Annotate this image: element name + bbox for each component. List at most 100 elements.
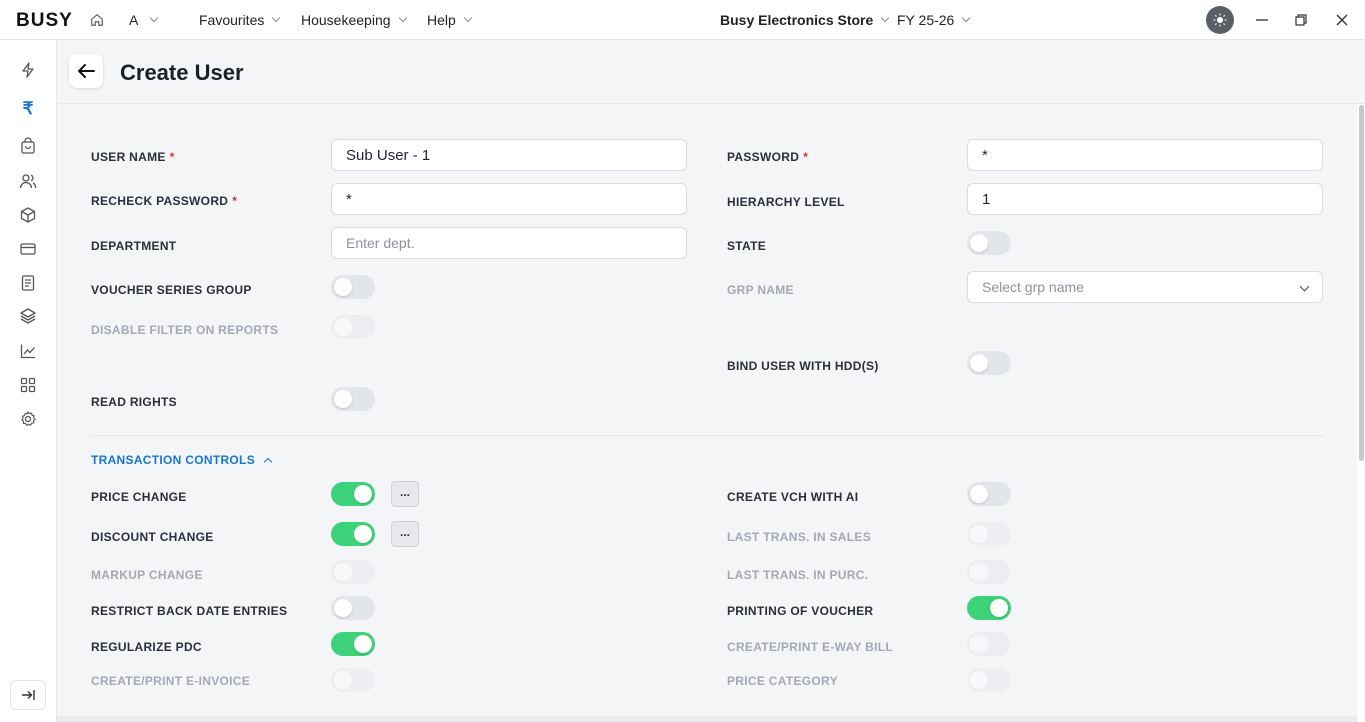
state-toggle[interactable] bbox=[967, 231, 1011, 255]
price-change-toggle[interactable] bbox=[331, 482, 375, 506]
create-user-form: USER NAME * Sub User - 1 PASSWORD * * RECH… bbox=[57, 105, 1357, 722]
menu-help[interactable]: Help bbox=[427, 12, 473, 28]
grid-icon[interactable] bbox=[19, 376, 37, 394]
user-name-label: USER NAME * bbox=[91, 150, 175, 164]
card-icon[interactable] bbox=[19, 240, 37, 258]
last-trans-sales-toggle[interactable] bbox=[967, 522, 1011, 546]
expand-sidebar-icon bbox=[22, 690, 35, 700]
create-vch-ai-label: CREATE VCH WITH AI bbox=[727, 490, 859, 504]
user-name-input[interactable]: Sub User - 1 bbox=[331, 139, 687, 171]
restrict-back-date-toggle[interactable] bbox=[331, 596, 375, 620]
layers-icon[interactable] bbox=[19, 307, 37, 325]
bolt-icon[interactable] bbox=[19, 61, 37, 79]
theme-toggle-button[interactable] bbox=[1206, 6, 1234, 34]
regularize-pdc-toggle[interactable] bbox=[331, 632, 375, 656]
state-label: STATE bbox=[727, 239, 767, 253]
bind-user-hdd-label: BIND USER WITH HDD(S) bbox=[727, 359, 879, 373]
last-trans-sales-label: LAST TRANS. IN SALES bbox=[727, 530, 872, 544]
box-icon[interactable] bbox=[19, 206, 37, 224]
chevron-down-icon bbox=[1299, 281, 1310, 292]
e-way-bill-toggle[interactable] bbox=[967, 632, 1011, 656]
back-button[interactable] bbox=[69, 54, 103, 88]
password-input[interactable]: * bbox=[967, 139, 1323, 171]
company-name: Busy Electronics Store bbox=[720, 12, 874, 28]
section-divider bbox=[91, 435, 1324, 436]
price-category-label: PRICE CATEGORY bbox=[727, 674, 838, 688]
recheck-password-label: RECHECK PASSWORD * bbox=[91, 194, 238, 208]
left-sidebar: ₹ bbox=[0, 40, 57, 722]
grp-name-placeholder: Select grp name bbox=[982, 279, 1084, 295]
menu-housekeeping-label: Housekeeping bbox=[301, 12, 391, 28]
document-icon[interactable] bbox=[19, 274, 37, 292]
last-trans-purc-toggle[interactable] bbox=[967, 560, 1011, 584]
recheck-password-input[interactable]: * bbox=[331, 183, 687, 215]
regularize-pdc-label: REGULARIZE PDC bbox=[91, 640, 202, 654]
rupee-icon[interactable]: ₹ bbox=[19, 99, 37, 118]
chevron-down-icon bbox=[150, 13, 159, 23]
menu-favourites[interactable]: Favourites bbox=[199, 12, 281, 28]
read-rights-toggle[interactable] bbox=[331, 387, 375, 411]
user-initial: A bbox=[129, 12, 139, 28]
bind-user-hdd-toggle[interactable] bbox=[967, 351, 1011, 375]
settings-icon[interactable] bbox=[19, 410, 37, 428]
department-label: DEPARTMENT bbox=[91, 239, 177, 253]
chevron-down-icon bbox=[398, 13, 407, 23]
close-icon[interactable] bbox=[1334, 12, 1350, 28]
e-invoice-toggle[interactable] bbox=[331, 668, 375, 692]
users-icon[interactable] bbox=[19, 172, 37, 190]
chevron-down-icon bbox=[272, 13, 281, 23]
page-header: Create User bbox=[57, 40, 1365, 104]
voucher-series-group-label: VOUCHER SERIES GROUP bbox=[91, 283, 252, 297]
bag-icon[interactable] bbox=[19, 137, 37, 155]
theme-icon bbox=[1213, 13, 1227, 27]
home-icon[interactable] bbox=[90, 12, 104, 28]
bottom-strip bbox=[57, 716, 1357, 722]
expand-sidebar-button[interactable] bbox=[10, 680, 46, 710]
menu-favourites-label: Favourites bbox=[199, 12, 265, 28]
page-title: Create User bbox=[120, 60, 244, 85]
voucher-series-group-toggle[interactable] bbox=[331, 275, 375, 299]
markup-change-label: MARKUP CHANGE bbox=[91, 568, 203, 582]
password-label: PASSWORD * bbox=[727, 150, 809, 164]
back-arrow-icon bbox=[78, 64, 95, 78]
scrollbar-thumb[interactable] bbox=[1359, 105, 1364, 461]
top-bar: BUSY A Favourites Housekeeping Help Busy… bbox=[0, 0, 1365, 40]
grp-name-label: GRP NAME bbox=[727, 283, 794, 297]
chart-icon[interactable] bbox=[19, 342, 37, 360]
hierarchy-level-label: HIERARCHY LEVEL bbox=[727, 195, 845, 209]
discount-change-more-button[interactable]: ... bbox=[391, 521, 419, 547]
transaction-controls-toggle[interactable]: TRANSACTION CONTROLS bbox=[91, 453, 273, 467]
discount-change-toggle[interactable] bbox=[331, 522, 375, 546]
e-way-bill-label: CREATE/PRINT E-WAY BILL bbox=[727, 640, 894, 654]
disable-filter-toggle[interactable] bbox=[331, 315, 375, 339]
grp-name-select[interactable]: Select grp name bbox=[967, 271, 1323, 303]
restore-icon[interactable] bbox=[1293, 12, 1309, 28]
printing-voucher-toggle[interactable] bbox=[967, 596, 1011, 620]
disable-filter-label: DISABLE FILTER ON REPORTS bbox=[91, 323, 279, 337]
price-change-label: PRICE CHANGE bbox=[91, 490, 187, 504]
chevron-down-icon bbox=[881, 13, 890, 23]
price-change-more-button[interactable]: ... bbox=[391, 481, 419, 507]
menu-help-label: Help bbox=[427, 12, 456, 28]
chevron-up-icon bbox=[263, 457, 273, 466]
discount-change-label: DISCOUNT CHANGE bbox=[91, 530, 214, 544]
company-selector[interactable]: Busy Electronics Store bbox=[720, 12, 890, 28]
user-menu[interactable]: A bbox=[129, 12, 159, 28]
busy-logo: BUSY bbox=[16, 10, 73, 31]
fiscal-year-selector[interactable]: FY 25-26 bbox=[897, 12, 971, 28]
printing-voucher-label: PRINTING OF VOUCHER bbox=[727, 604, 874, 618]
e-invoice-label: CREATE/PRINT E-INVOICE bbox=[91, 674, 251, 688]
restrict-back-date-label: RESTRICT BACK DATE ENTRIES bbox=[91, 604, 288, 618]
create-vch-ai-toggle[interactable] bbox=[967, 482, 1011, 506]
chevron-down-icon bbox=[463, 13, 473, 23]
price-category-toggle[interactable] bbox=[967, 668, 1011, 692]
markup-change-toggle[interactable] bbox=[331, 560, 375, 584]
read-rights-label: READ RIGHTS bbox=[91, 395, 177, 409]
last-trans-purc-label: LAST TRANS. IN PURC. bbox=[727, 568, 869, 582]
fiscal-year-label: FY 25-26 bbox=[897, 12, 955, 28]
menu-housekeeping[interactable]: Housekeeping bbox=[301, 12, 407, 28]
hierarchy-level-input[interactable]: 1 bbox=[967, 183, 1323, 215]
transaction-controls-title: TRANSACTION CONTROLS bbox=[91, 453, 255, 467]
minimize-icon[interactable] bbox=[1254, 12, 1270, 28]
department-input[interactable]: Enter dept. bbox=[331, 227, 687, 259]
